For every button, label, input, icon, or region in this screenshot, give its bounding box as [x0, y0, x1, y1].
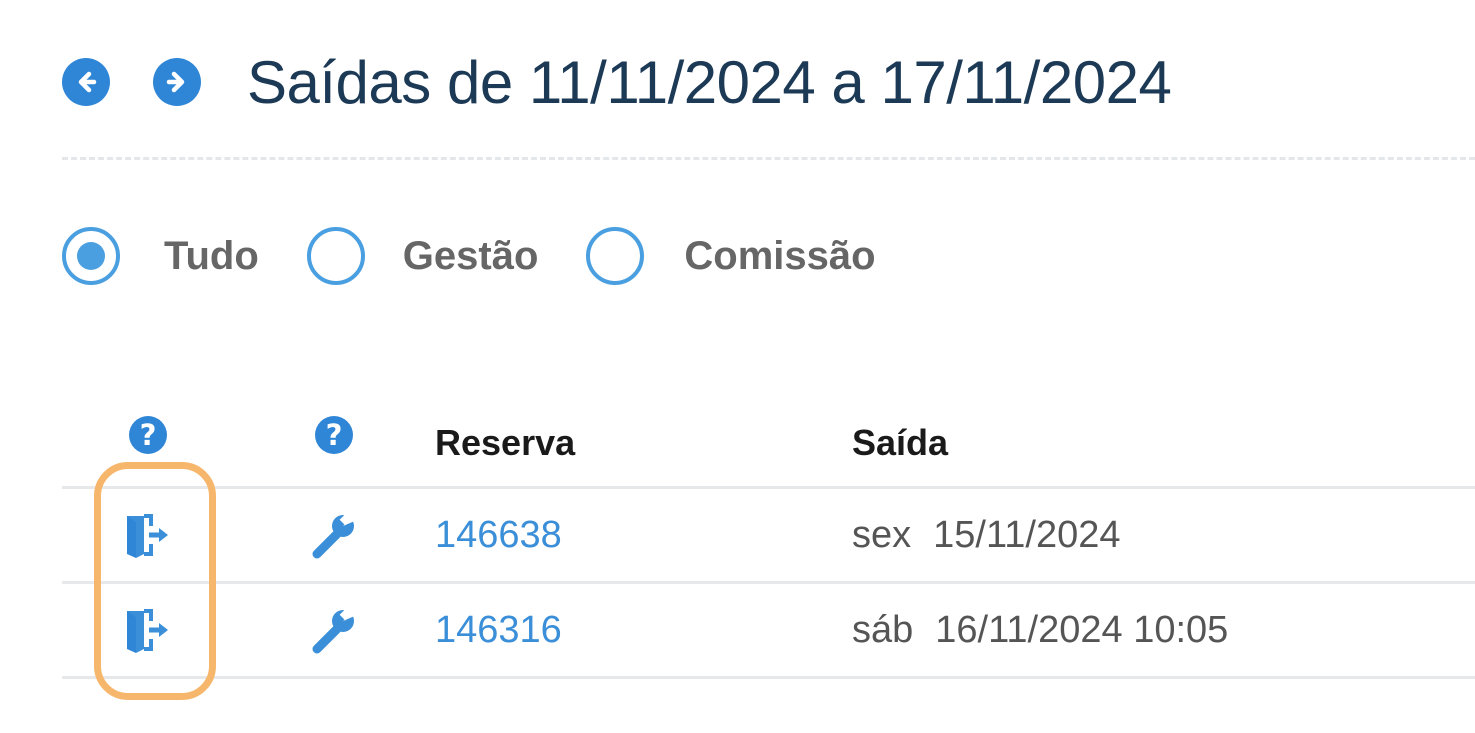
- table-row: 146638 sex 15/11/2024: [62, 489, 1475, 584]
- question-circle-icon[interactable]: ?: [129, 416, 167, 454]
- page-title: Saídas de 11/11/2024 a 17/11/2024: [247, 48, 1172, 116]
- reserva-link[interactable]: 146638: [435, 514, 562, 557]
- sign-out-icon[interactable]: [123, 605, 173, 655]
- radio-unchecked-icon[interactable]: [586, 227, 645, 285]
- circle-arrow-left-icon: [78, 71, 97, 93]
- filter-label: Comissão: [684, 233, 876, 278]
- saida-day: sex: [852, 513, 912, 556]
- circle-arrow-right-icon: [166, 71, 185, 93]
- filter-label: Tudo: [164, 233, 259, 278]
- saida-value: sex 15/11/2024: [852, 514, 1121, 557]
- column-header-saida: Saída: [852, 422, 949, 463]
- table-row: 146316 sáb 16/11/2024 10:05: [62, 584, 1475, 679]
- previous-week-button[interactable]: [62, 58, 110, 106]
- column-header-reserva: Reserva: [435, 422, 576, 463]
- saida-day: sáb: [852, 608, 914, 651]
- saida-date: 16/11/2024 10:05: [935, 608, 1229, 651]
- sign-out-icon[interactable]: [123, 510, 173, 560]
- wrench-icon[interactable]: [309, 510, 359, 560]
- table-header-row: ? ? Reserva Saída: [62, 400, 1475, 489]
- header-divider: [62, 157, 1475, 160]
- filter-option-comissao[interactable]: Comissão: [586, 227, 876, 285]
- reserva-link[interactable]: 146316: [435, 609, 562, 652]
- radio-unchecked-icon[interactable]: [306, 227, 365, 285]
- header: Saídas de 11/11/2024 a 17/11/2024: [62, 46, 1172, 118]
- departures-table: ? ? Reserva Saída 146638 sex 15/11/2024 …: [62, 400, 1475, 679]
- radio-checked-icon[interactable]: [62, 227, 120, 285]
- filter-label: Gestão: [402, 233, 539, 278]
- saida-value: sáb 16/11/2024 10:05: [852, 609, 1228, 652]
- next-week-button[interactable]: [153, 58, 201, 106]
- page: Saídas de 11/11/2024 a 17/11/2024 Tudo G…: [0, 0, 1475, 733]
- saida-date: 15/11/2024: [933, 513, 1121, 556]
- question-circle-icon[interactable]: ?: [315, 416, 353, 454]
- wrench-icon[interactable]: [309, 605, 359, 655]
- filter-radio-group: Tudo Gestão Comissão: [62, 224, 876, 288]
- filter-option-tudo[interactable]: Tudo: [62, 227, 259, 285]
- filter-option-gestao[interactable]: Gestão: [306, 227, 539, 285]
